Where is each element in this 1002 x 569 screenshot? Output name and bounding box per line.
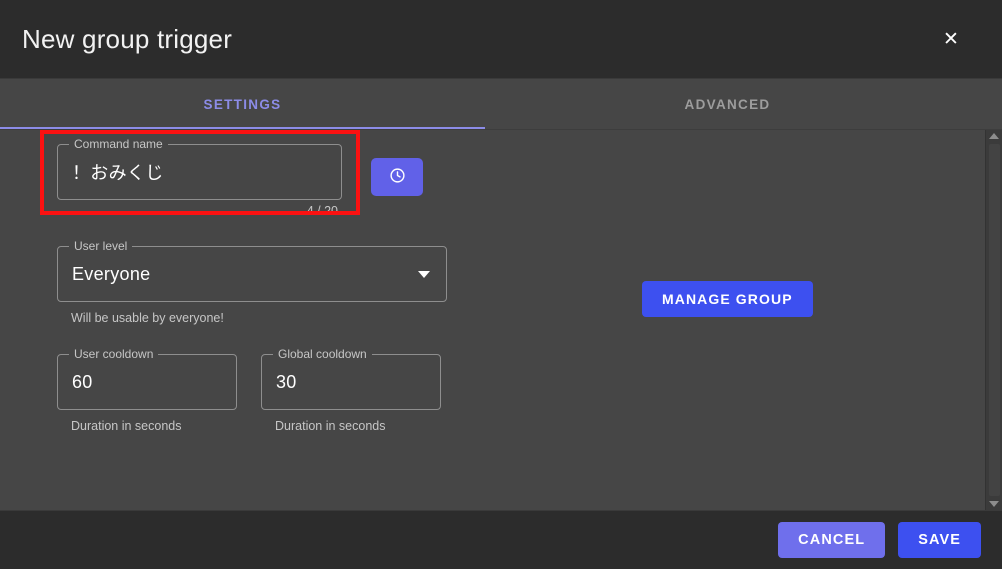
- user-cooldown-helper: Duration in seconds: [71, 419, 182, 433]
- dialog-footer: CANCEL SAVE: [0, 510, 1002, 569]
- settings-panel: Command name ！おみくじ 4 / 20 User level Eve…: [0, 130, 985, 510]
- user-cooldown-value: 60: [72, 371, 93, 392]
- dialog-body: Command name ！おみくじ 4 / 20 User level Eve…: [0, 130, 1002, 510]
- global-cooldown-helper: Duration in seconds: [275, 419, 386, 433]
- manage-group-button[interactable]: MANAGE GROUP: [642, 281, 813, 317]
- global-cooldown-value: 30: [276, 371, 297, 392]
- active-tab-indicator: [0, 127, 485, 129]
- command-name-row: Command name ！おみくじ 4 / 20: [40, 130, 477, 218]
- user-level-field: User level Everyone Will be usable by ev…: [57, 239, 447, 325]
- chevron-down-icon[interactable]: [418, 270, 430, 278]
- user-level-label: User level: [69, 239, 133, 253]
- tab-settings[interactable]: SETTINGS: [0, 79, 485, 129]
- command-name-value: ！おみくじ: [72, 163, 164, 183]
- dialog-header: New group trigger ✕: [0, 0, 1002, 79]
- global-cooldown-input[interactable]: Global cooldown 30: [261, 347, 441, 410]
- form-left-column: Command name ！おみくじ 4 / 20 User level Eve…: [40, 130, 477, 433]
- command-history-button[interactable]: [371, 158, 423, 196]
- user-level-helper: Will be usable by everyone!: [71, 311, 224, 325]
- scrollbar-track[interactable]: [989, 144, 1000, 496]
- global-cooldown-label: Global cooldown: [273, 347, 372, 361]
- scroll-down-icon[interactable]: [989, 501, 999, 507]
- cancel-button[interactable]: CANCEL: [778, 522, 886, 558]
- user-level-value: Everyone: [72, 263, 151, 284]
- cooldown-row: User cooldown 60 Duration in seconds Glo…: [57, 347, 477, 433]
- user-cooldown-input[interactable]: User cooldown 60: [57, 347, 237, 410]
- new-group-trigger-dialog: New group trigger ✕ SETTINGS ADVANCED Co…: [0, 0, 1002, 569]
- command-name-label: Command name: [69, 137, 168, 151]
- command-name-counter: 4 / 20: [306, 204, 338, 218]
- user-level-select[interactable]: User level Everyone: [57, 239, 447, 302]
- clock-icon: [389, 167, 406, 187]
- vertical-scrollbar[interactable]: [985, 130, 1002, 510]
- command-name-field: Command name ！おみくじ 4 / 20: [40, 130, 360, 218]
- save-button[interactable]: SAVE: [898, 522, 981, 558]
- user-cooldown-field: User cooldown 60 Duration in seconds: [57, 347, 237, 433]
- command-name-input[interactable]: Command name ！おみくじ: [57, 137, 342, 200]
- page-title: New group trigger: [22, 23, 233, 54]
- scroll-up-icon[interactable]: [989, 133, 999, 139]
- tab-bar: SETTINGS ADVANCED: [0, 79, 1002, 130]
- tab-advanced[interactable]: ADVANCED: [485, 79, 970, 129]
- user-cooldown-label: User cooldown: [69, 347, 159, 361]
- close-icon[interactable]: ✕: [936, 24, 966, 54]
- global-cooldown-field: Global cooldown 30 Duration in seconds: [261, 347, 441, 433]
- form-right-column: MANAGE GROUP: [642, 144, 942, 317]
